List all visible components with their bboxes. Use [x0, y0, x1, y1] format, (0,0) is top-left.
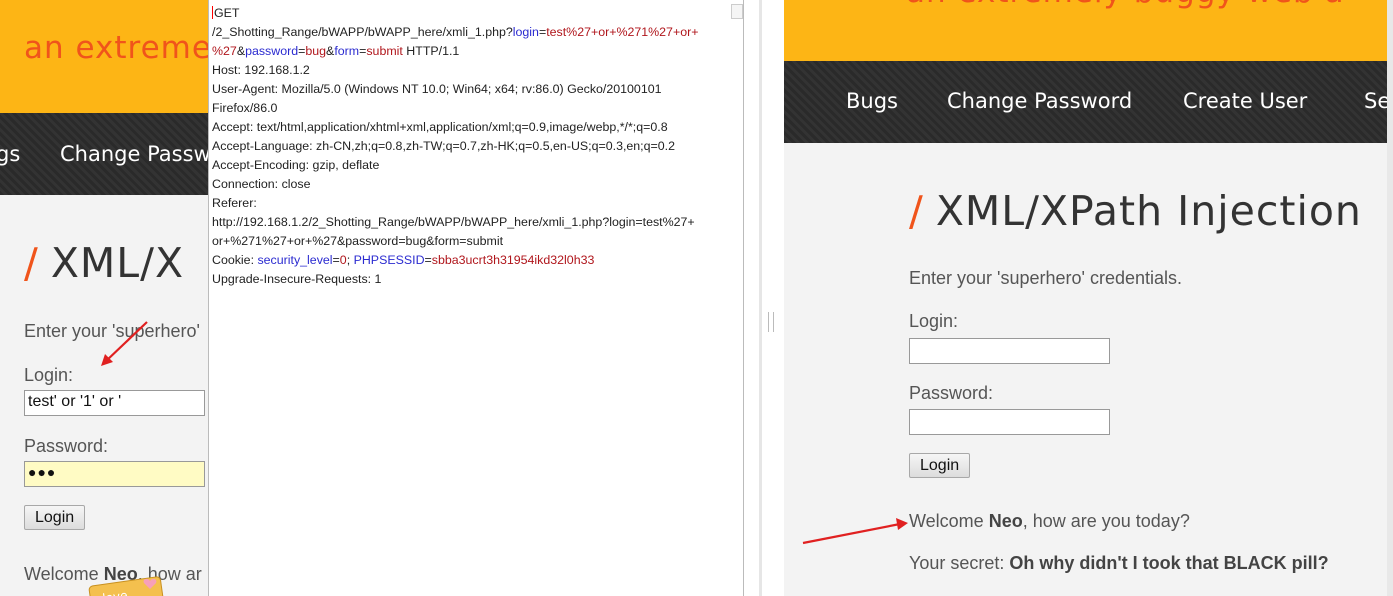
secret-value: Oh why didn't I took that BLACK pill? [1009, 553, 1329, 573]
header-host: Host: 192.168.1.2 [212, 63, 310, 77]
nav-bugs-link[interactable]: Bugs [846, 89, 898, 113]
nav-bugs-link[interactable]: gs [0, 142, 20, 166]
main-navbar: gs Change Passw [0, 113, 208, 195]
param-key-login: login [512, 25, 539, 39]
nav-change-password-link[interactable]: Change Password [947, 89, 1132, 113]
request-line-path: /2_Shotting_Range/bWAPP/bWAPP_here/xmli_… [212, 23, 743, 42]
cookie-sep: ; [346, 253, 354, 267]
nav-change-password-link[interactable]: Change Passw [60, 142, 208, 166]
param-key-password: password [245, 44, 299, 58]
header-accept: Accept: text/html,application/xhtml+xml,… [212, 120, 668, 134]
splitter-line [759, 0, 762, 596]
welcome-name: Neo [988, 511, 1023, 531]
secret-message: Your secret: Oh why didn't I took that B… [909, 553, 1329, 574]
instruction-text: Enter your 'superhero' credentials. [909, 268, 1183, 288]
request-line-params: %27&password=bug&form=submit HTTP/1.1 [212, 42, 743, 61]
vertical-scrollbar[interactable] [1387, 0, 1393, 596]
nav-create-user-link[interactable]: Create User [1183, 89, 1307, 113]
request-scroll-up-button[interactable] [731, 4, 743, 19]
password-label: Password: [24, 436, 109, 456]
page-title-text: XML/X [50, 239, 185, 287]
main-navbar: Bugs Change Password Create User Se [784, 61, 1393, 143]
http-version: HTTP/1.1 [402, 44, 460, 58]
login-label: Login: [909, 311, 959, 331]
param-value-login-end: %27 [212, 44, 237, 58]
page-title: / XML/XPath Injection [909, 187, 1362, 235]
request-path: /2_Shotting_Range/bWAPP/bWAPP_here/xmli_… [212, 25, 513, 39]
right-browser-panel: an extremely buggy web a Bugs Change Pas… [784, 0, 1393, 596]
param-value-login: test%27+or+%271%27+or+ [546, 25, 699, 39]
param-key-form: form [334, 44, 360, 58]
header-cookie: Cookie: security_level=0; PHPSESSID=sbba… [212, 251, 743, 270]
param-value-form: submit [366, 44, 403, 58]
page-content: / XML/XPath Injection Enter your 'superhe… [784, 143, 1393, 596]
cookie-key-phpsessid: PHPSESSID [353, 253, 425, 267]
header-user-agent-cont: Firefox/86.0 [212, 101, 278, 115]
header-user-agent: User-Agent: Mozilla/5.0 (Windows NT 10.0… [212, 82, 662, 96]
request-method: GET [214, 6, 240, 20]
welcome-message: Welcome Neo, how are you today? [909, 511, 1190, 532]
password-input[interactable]: ●●● [24, 461, 205, 487]
title-slash-icon: / [909, 187, 924, 235]
login-input[interactable] [909, 338, 1110, 364]
title-slash-icon: / [24, 239, 39, 287]
site-tagline: an extremely buggy web a [906, 0, 1345, 10]
splitter-grip-icon[interactable] [768, 312, 774, 332]
cookie-eq: = [424, 253, 432, 267]
left-browser-panel: an extreme gs Change Passw / XML/X Enter … [0, 0, 208, 596]
cookie-key-security-level: security_level [257, 253, 333, 267]
header-referer: Referer: [212, 196, 257, 210]
site-tagline: an extreme [24, 30, 208, 66]
header-connection: Connection: close [212, 177, 311, 191]
cookie-label: Cookie: [212, 253, 258, 267]
welcome-suffix: , how are you today? [1022, 511, 1190, 531]
page-title: / XML/X [24, 239, 184, 287]
password-input[interactable] [909, 409, 1110, 435]
cookie-value-security-level: 0 [339, 253, 347, 267]
header-accept-language: Accept-Language: zh-CN,zh;q=0.8,zh-TW;q=… [212, 139, 675, 153]
header-referer-url-cont: or+%271%27+or+%27&password=bug&form=subm… [212, 234, 504, 248]
site-banner: an extreme [0, 0, 208, 113]
request-line-method: GET [212, 4, 743, 23]
love-sticker-icon: love [88, 573, 168, 596]
login-button[interactable]: Login [24, 505, 86, 530]
header-upgrade-insecure: Upgrade-Insecure-Requests: 1 [212, 272, 382, 286]
header-accept-encoding: Accept-Encoding: gzip, deflate [212, 158, 380, 172]
page-title-text: XML/XPath Injection [935, 187, 1362, 235]
cookie-value-phpsessid: sbba3ucrt3h31954ikd32l0h33 [431, 253, 595, 267]
header-referer-url: http://192.168.1.2/2_Shotting_Range/bWAP… [212, 215, 695, 229]
text-cursor-icon [212, 6, 213, 19]
page-content: / XML/X Enter your 'superhero' Login: tes… [0, 195, 208, 596]
login-button[interactable]: Login [909, 453, 971, 478]
param-amp: & [236, 44, 246, 58]
pane-splitter[interactable] [744, 0, 784, 596]
password-label: Password: [909, 383, 994, 403]
welcome-prefix: Welcome [909, 511, 989, 531]
cookie-eq: = [332, 253, 340, 267]
param-value-password: bug [305, 44, 327, 58]
http-request-editor[interactable]: GET /2_Shotting_Range/bWAPP/bWAPP_here/x… [208, 0, 744, 596]
secret-prefix: Your secret: [909, 553, 1010, 573]
login-label: Login: [24, 365, 74, 385]
login-input[interactable]: test' or '1' or ' [24, 390, 205, 416]
instruction-text: Enter your 'superhero' [24, 321, 200, 341]
site-banner: an extremely buggy web a [784, 0, 1393, 61]
